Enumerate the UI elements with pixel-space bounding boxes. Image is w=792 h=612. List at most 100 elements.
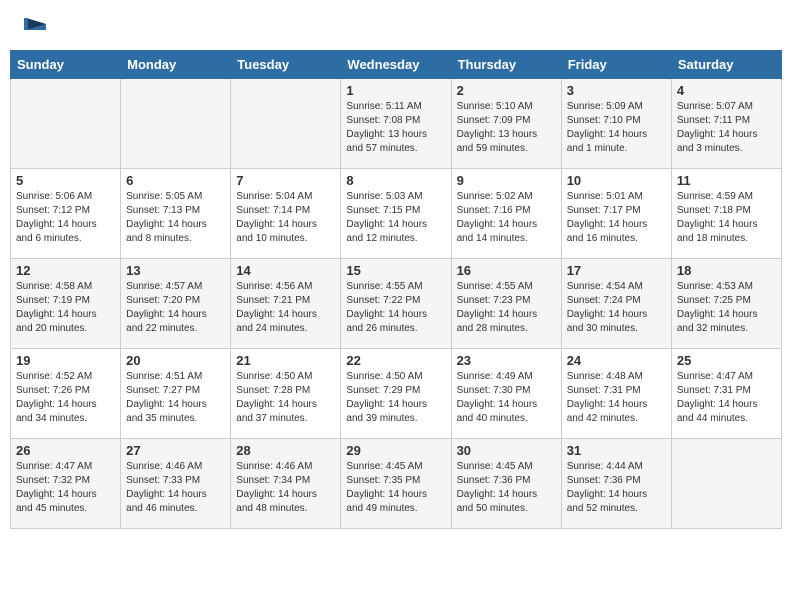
day-number: 25 xyxy=(677,353,776,368)
day-number: 19 xyxy=(16,353,115,368)
day-header-wednesday: Wednesday xyxy=(341,51,451,79)
calendar-cell: 11 Sunrise: 4:59 AM Sunset: 7:18 PM Dayli… xyxy=(671,169,781,259)
calendar-cell: 24 Sunrise: 4:48 AM Sunset: 7:31 PM Dayli… xyxy=(561,349,671,439)
cell-info: Sunrise: 5:11 AM Sunset: 7:08 PM Dayligh… xyxy=(346,100,445,156)
day-header-thursday: Thursday xyxy=(451,51,561,79)
calendar-cell: 31Sunrise: 4:44 AM Sunset: 7:36 PM Dayli… xyxy=(561,439,671,529)
calendar-cell: 25 Sunrise: 4:47 AM Sunset: 7:31 PM Dayli… xyxy=(671,349,781,439)
week-row-5: 26 Sunrise: 4:47 AM Sunset: 7:32 PM Dayli… xyxy=(11,439,782,529)
day-number: 1 xyxy=(346,83,445,98)
calendar-cell: 23 Sunrise: 4:49 AM Sunset: 7:30 PM Dayli… xyxy=(451,349,561,439)
calendar-cell: 15Sunrise: 4:55 AM Sunset: 7:22 PM Dayli… xyxy=(341,259,451,349)
day-number: 8 xyxy=(346,173,445,188)
day-number: 10 xyxy=(567,173,666,188)
week-row-2: 5 Sunrise: 5:06 AM Sunset: 7:12 PM Daylig… xyxy=(11,169,782,259)
day-number: 26 xyxy=(16,443,115,458)
cell-info: Sunrise: 4:47 AM Sunset: 7:31 PM Dayligh… xyxy=(677,370,776,426)
week-row-1: 1 Sunrise: 5:11 AM Sunset: 7:08 PM Daylig… xyxy=(11,79,782,169)
day-number: 16 xyxy=(457,263,556,278)
calendar-cell: 26 Sunrise: 4:47 AM Sunset: 7:32 PM Dayli… xyxy=(11,439,121,529)
day-number: 9 xyxy=(457,173,556,188)
cell-info: Sunrise: 4:49 AM Sunset: 7:30 PM Dayligh… xyxy=(457,370,556,426)
calendar-table: SundayMondayTuesdayWednesdayThursdayFrid… xyxy=(10,50,782,529)
calendar-cell: 13 Sunrise: 4:57 AM Sunset: 7:20 PM Dayli… xyxy=(121,259,231,349)
cell-info: Sunrise: 4:45 AM Sunset: 7:35 PM Dayligh… xyxy=(346,460,445,516)
cell-info: Sunrise: 4:53 AM Sunset: 7:25 PM Dayligh… xyxy=(677,280,776,336)
calendar-cell xyxy=(671,439,781,529)
day-number: 2 xyxy=(457,83,556,98)
cell-info: Sunrise: 4:47 AM Sunset: 7:32 PM Dayligh… xyxy=(16,460,115,516)
calendar-cell: 4 Sunrise: 5:07 AM Sunset: 7:11 PM Daylig… xyxy=(671,79,781,169)
day-number: 6 xyxy=(126,173,225,188)
day-number: 24 xyxy=(567,353,666,368)
logo xyxy=(14,10,48,42)
calendar-cell xyxy=(11,79,121,169)
page-header xyxy=(10,10,782,42)
cell-info: Sunrise: 4:50 AM Sunset: 7:29 PM Dayligh… xyxy=(346,370,445,426)
cell-info: Sunrise: 4:51 AM Sunset: 7:27 PM Dayligh… xyxy=(126,370,225,426)
calendar-cell: 2Sunrise: 5:10 AM Sunset: 7:09 PM Daylig… xyxy=(451,79,561,169)
cell-info: Sunrise: 4:58 AM Sunset: 7:19 PM Dayligh… xyxy=(16,280,115,336)
calendar-cell: 5 Sunrise: 5:06 AM Sunset: 7:12 PM Daylig… xyxy=(11,169,121,259)
day-number: 7 xyxy=(236,173,335,188)
day-number: 14 xyxy=(236,263,335,278)
calendar-cell: 20 Sunrise: 4:51 AM Sunset: 7:27 PM Dayli… xyxy=(121,349,231,439)
week-row-3: 12Sunrise: 4:58 AM Sunset: 7:19 PM Dayli… xyxy=(11,259,782,349)
day-header-friday: Friday xyxy=(561,51,671,79)
cell-info: Sunrise: 5:09 AM Sunset: 7:10 PM Dayligh… xyxy=(567,100,666,156)
calendar-cell: 14 Sunrise: 4:56 AM Sunset: 7:21 PM Dayli… xyxy=(231,259,341,349)
calendar-cell: 10Sunrise: 5:01 AM Sunset: 7:17 PM Dayli… xyxy=(561,169,671,259)
calendar-cell: 30Sunrise: 4:45 AM Sunset: 7:36 PM Dayli… xyxy=(451,439,561,529)
day-number: 4 xyxy=(677,83,776,98)
calendar-cell: 19Sunrise: 4:52 AM Sunset: 7:26 PM Dayli… xyxy=(11,349,121,439)
cell-info: Sunrise: 4:46 AM Sunset: 7:33 PM Dayligh… xyxy=(126,460,225,516)
calendar-cell: 22 Sunrise: 4:50 AM Sunset: 7:29 PM Dayli… xyxy=(341,349,451,439)
calendar-cell: 9Sunrise: 5:02 AM Sunset: 7:16 PM Daylig… xyxy=(451,169,561,259)
cell-info: Sunrise: 4:46 AM Sunset: 7:34 PM Dayligh… xyxy=(236,460,335,516)
cell-info: Sunrise: 4:48 AM Sunset: 7:31 PM Dayligh… xyxy=(567,370,666,426)
day-number: 20 xyxy=(126,353,225,368)
cell-info: Sunrise: 4:59 AM Sunset: 7:18 PM Dayligh… xyxy=(677,190,776,246)
day-number: 27 xyxy=(126,443,225,458)
calendar-cell: 17Sunrise: 4:54 AM Sunset: 7:24 PM Dayli… xyxy=(561,259,671,349)
calendar-cell: 1 Sunrise: 5:11 AM Sunset: 7:08 PM Daylig… xyxy=(341,79,451,169)
calendar-cell xyxy=(231,79,341,169)
cell-info: Sunrise: 4:55 AM Sunset: 7:23 PM Dayligh… xyxy=(457,280,556,336)
day-number: 29 xyxy=(346,443,445,458)
cell-info: Sunrise: 4:57 AM Sunset: 7:20 PM Dayligh… xyxy=(126,280,225,336)
calendar-cell xyxy=(121,79,231,169)
calendar-cell: 6Sunrise: 5:05 AM Sunset: 7:13 PM Daylig… xyxy=(121,169,231,259)
cell-info: Sunrise: 5:03 AM Sunset: 7:15 PM Dayligh… xyxy=(346,190,445,246)
calendar-cell: 16 Sunrise: 4:55 AM Sunset: 7:23 PM Dayli… xyxy=(451,259,561,349)
day-number: 23 xyxy=(457,353,556,368)
calendar-cell: 27 Sunrise: 4:46 AM Sunset: 7:33 PM Dayli… xyxy=(121,439,231,529)
week-row-4: 19Sunrise: 4:52 AM Sunset: 7:26 PM Dayli… xyxy=(11,349,782,439)
logo-icon xyxy=(16,10,48,42)
day-number: 13 xyxy=(126,263,225,278)
cell-info: Sunrise: 5:06 AM Sunset: 7:12 PM Dayligh… xyxy=(16,190,115,246)
cell-info: Sunrise: 4:50 AM Sunset: 7:28 PM Dayligh… xyxy=(236,370,335,426)
day-number: 21 xyxy=(236,353,335,368)
calendar-cell: 8 Sunrise: 5:03 AM Sunset: 7:15 PM Daylig… xyxy=(341,169,451,259)
day-number: 22 xyxy=(346,353,445,368)
day-number: 3 xyxy=(567,83,666,98)
day-header-saturday: Saturday xyxy=(671,51,781,79)
calendar-cell: 29 Sunrise: 4:45 AM Sunset: 7:35 PM Dayli… xyxy=(341,439,451,529)
cell-info: Sunrise: 5:07 AM Sunset: 7:11 PM Dayligh… xyxy=(677,100,776,156)
day-header-tuesday: Tuesday xyxy=(231,51,341,79)
calendar-cell: 18 Sunrise: 4:53 AM Sunset: 7:25 PM Dayli… xyxy=(671,259,781,349)
cell-info: Sunrise: 4:56 AM Sunset: 7:21 PM Dayligh… xyxy=(236,280,335,336)
day-number: 18 xyxy=(677,263,776,278)
calendar-cell: 3 Sunrise: 5:09 AM Sunset: 7:10 PM Daylig… xyxy=(561,79,671,169)
cell-info: Sunrise: 4:55 AM Sunset: 7:22 PM Dayligh… xyxy=(346,280,445,336)
header-row: SundayMondayTuesdayWednesdayThursdayFrid… xyxy=(11,51,782,79)
cell-info: Sunrise: 4:45 AM Sunset: 7:36 PM Dayligh… xyxy=(457,460,556,516)
day-number: 11 xyxy=(677,173,776,188)
day-header-sunday: Sunday xyxy=(11,51,121,79)
calendar-cell: 7 Sunrise: 5:04 AM Sunset: 7:14 PM Daylig… xyxy=(231,169,341,259)
cell-info: Sunrise: 5:04 AM Sunset: 7:14 PM Dayligh… xyxy=(236,190,335,246)
calendar-cell: 28Sunrise: 4:46 AM Sunset: 7:34 PM Dayli… xyxy=(231,439,341,529)
cell-info: Sunrise: 4:44 AM Sunset: 7:36 PM Dayligh… xyxy=(567,460,666,516)
day-number: 5 xyxy=(16,173,115,188)
calendar-cell: 21 Sunrise: 4:50 AM Sunset: 7:28 PM Dayli… xyxy=(231,349,341,439)
